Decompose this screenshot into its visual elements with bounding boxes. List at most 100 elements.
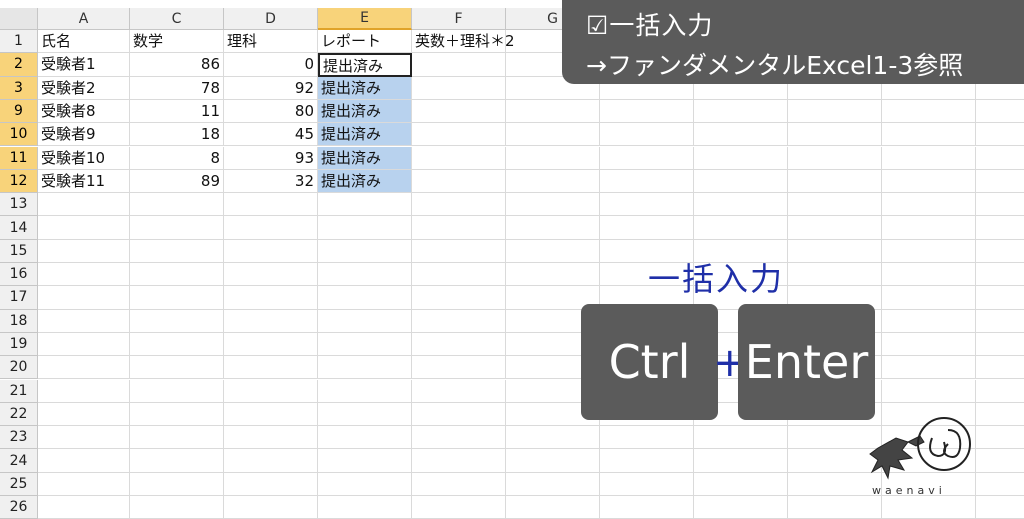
- cell-l23[interactable]: [976, 426, 1024, 450]
- cell-i9[interactable]: [694, 99, 788, 124]
- cell-i12[interactable]: [694, 169, 788, 194]
- cell-f17[interactable]: [412, 286, 506, 310]
- cell-d15[interactable]: [224, 239, 318, 263]
- cell-h9[interactable]: [600, 99, 694, 124]
- cell-k21[interactable]: [882, 379, 976, 403]
- cell-k14[interactable]: [882, 216, 976, 240]
- row-header-2[interactable]: 2: [0, 53, 38, 77]
- cell-k20[interactable]: [882, 356, 976, 380]
- cell-c21[interactable]: [130, 379, 224, 403]
- cell-d24[interactable]: [224, 449, 318, 473]
- cell-f26[interactable]: [412, 496, 506, 519]
- cell-e23[interactable]: [318, 426, 412, 450]
- cell-e18[interactable]: [318, 309, 412, 333]
- cell-j13[interactable]: [788, 193, 882, 217]
- row-header-9[interactable]: 9: [0, 99, 38, 124]
- cell-l15[interactable]: [976, 240, 1024, 263]
- cell-g11[interactable]: [506, 146, 600, 170]
- row-header-3[interactable]: 3: [0, 76, 38, 100]
- cell-j16[interactable]: [788, 263, 882, 287]
- cell-e19[interactable]: [318, 332, 412, 357]
- cell-a19[interactable]: [38, 332, 130, 357]
- cell-d13[interactable]: [224, 193, 318, 217]
- cell-g24[interactable]: [506, 449, 600, 473]
- cell-f16[interactable]: [412, 263, 506, 287]
- cell-l14[interactable]: [976, 216, 1024, 240]
- cell-e9[interactable]: 提出済み: [318, 99, 412, 124]
- cell-c16[interactable]: [130, 263, 224, 287]
- cell-g23[interactable]: [506, 426, 600, 450]
- cell-f2[interactable]: [412, 53, 506, 77]
- cell-a12[interactable]: 受験者11: [38, 169, 130, 194]
- cell-e21[interactable]: [318, 379, 412, 403]
- cell-l25[interactable]: [976, 473, 1024, 496]
- cell-l17[interactable]: [976, 286, 1024, 310]
- row-header-23[interactable]: 23: [0, 426, 38, 450]
- cell-i13[interactable]: [694, 193, 788, 217]
- row-header-25[interactable]: 25: [0, 472, 38, 496]
- cell-h26[interactable]: [600, 496, 694, 519]
- cell-d25[interactable]: [224, 472, 318, 496]
- cell-f3[interactable]: [412, 76, 506, 100]
- cell-g26[interactable]: [506, 496, 600, 519]
- cell-j10[interactable]: [788, 123, 882, 147]
- cell-a15[interactable]: [38, 239, 130, 263]
- cell-g13[interactable]: [506, 193, 600, 217]
- cell-l18[interactable]: [976, 310, 1024, 333]
- cell-a26[interactable]: [38, 496, 130, 519]
- cell-h14[interactable]: [600, 216, 694, 240]
- cell-j9[interactable]: [788, 99, 882, 124]
- cell-c13[interactable]: [130, 193, 224, 217]
- cell-f25[interactable]: [412, 472, 506, 496]
- cell-d17[interactable]: [224, 286, 318, 310]
- cell-i24[interactable]: [694, 449, 788, 473]
- cell-c12[interactable]: 89: [130, 169, 224, 194]
- cell-j15[interactable]: [788, 239, 882, 263]
- cell-e15[interactable]: [318, 239, 412, 263]
- cell-e17[interactable]: [318, 286, 412, 310]
- cell-e10[interactable]: 提出済み: [318, 123, 412, 147]
- cell-c11[interactable]: 8: [130, 146, 224, 170]
- cell-e3[interactable]: 提出済み: [318, 76, 412, 100]
- cell-d1[interactable]: 理科: [224, 30, 318, 54]
- cell-l26[interactable]: [976, 496, 1024, 519]
- cell-k11[interactable]: [882, 146, 976, 170]
- cell-g9[interactable]: [506, 99, 600, 124]
- cell-k12[interactable]: [882, 169, 976, 194]
- row-header-11[interactable]: 11: [0, 146, 38, 170]
- cell-k9[interactable]: [882, 99, 976, 124]
- cell-d20[interactable]: [224, 356, 318, 380]
- cell-d22[interactable]: [224, 402, 318, 427]
- cell-g16[interactable]: [506, 263, 600, 287]
- row-header-12[interactable]: 12: [0, 169, 38, 194]
- cell-l20[interactable]: [976, 356, 1024, 380]
- cell-d3[interactable]: 92: [224, 76, 318, 100]
- cell-j11[interactable]: [788, 146, 882, 170]
- cell-f24[interactable]: [412, 449, 506, 473]
- row-header-15[interactable]: 15: [0, 239, 38, 263]
- cell-f14[interactable]: [412, 216, 506, 240]
- cell-d16[interactable]: [224, 263, 318, 287]
- cell-e22[interactable]: [318, 402, 412, 427]
- cell-a22[interactable]: [38, 402, 130, 427]
- row-header-10[interactable]: 10: [0, 123, 38, 147]
- row-header-13[interactable]: 13: [0, 193, 38, 217]
- cell-a9[interactable]: 受験者8: [38, 99, 130, 124]
- cell-a2[interactable]: 受験者1: [38, 53, 130, 77]
- cell-k10[interactable]: [882, 123, 976, 147]
- cell-i26[interactable]: [694, 496, 788, 519]
- cell-c14[interactable]: [130, 216, 224, 240]
- cell-d23[interactable]: [224, 426, 318, 450]
- cell-j12[interactable]: [788, 169, 882, 194]
- cell-d19[interactable]: [224, 332, 318, 357]
- cell-f15[interactable]: [412, 239, 506, 263]
- cell-c25[interactable]: [130, 472, 224, 496]
- cell-k17[interactable]: [882, 286, 976, 310]
- cell-l9[interactable]: [976, 100, 1024, 124]
- cell-f23[interactable]: [412, 426, 506, 450]
- cell-f19[interactable]: [412, 332, 506, 357]
- cell-c15[interactable]: [130, 239, 224, 263]
- cell-k13[interactable]: [882, 193, 976, 217]
- cell-c17[interactable]: [130, 286, 224, 310]
- cell-e1[interactable]: レポート: [318, 30, 412, 54]
